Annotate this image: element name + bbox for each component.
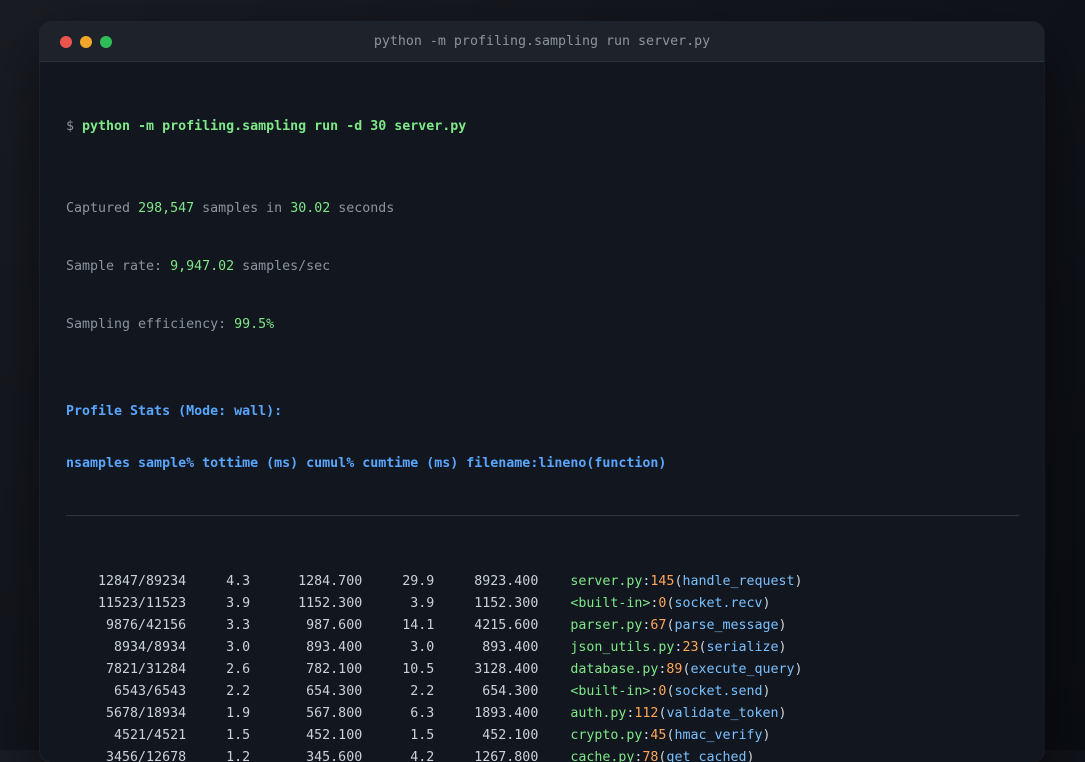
stats-table: 12847/89234 4.3 1284.700 29.9 8923.400 s… xyxy=(66,571,1019,762)
close-button[interactable] xyxy=(60,35,72,48)
minimize-button[interactable] xyxy=(80,35,92,48)
stats-table-row: 8934/8934 3.0 893.400 3.0 893.400 json_u… xyxy=(66,640,787,655)
maximize-button[interactable] xyxy=(100,35,112,48)
terminal-output: $ python -m profiling.sampling run -d 30… xyxy=(40,62,1044,762)
command-prompt-line: $ python -m profiling.sampling run -d 30… xyxy=(66,119,467,134)
stats-table-row: 11523/11523 3.9 1152.300 3.9 1152.300 <b… xyxy=(66,596,771,611)
terminal-window: python -m profiling.sampling run server.… xyxy=(40,22,1044,762)
table-divider xyxy=(66,515,1019,516)
captured-samples-line: Captured 298,547 samples in 30.02 second… xyxy=(66,201,395,216)
sample-rate-line: Sample rate: 9,947.02 samples/sec xyxy=(66,259,331,274)
traffic-lights xyxy=(40,35,140,48)
titlebar[interactable]: python -m profiling.sampling run server.… xyxy=(40,22,1044,62)
window-title: python -m profiling.sampling run server.… xyxy=(373,34,711,49)
stats-table-row: 7821/31284 2.6 782.100 10.5 3128.400 dat… xyxy=(66,662,803,677)
stats-table-row: 5678/18934 1.9 567.800 6.3 1893.400 auth… xyxy=(66,706,787,721)
profile-stats-title: Profile Stats (Mode: wall): xyxy=(66,404,283,419)
sampling-efficiency-line: Sampling efficiency: 99.5% xyxy=(66,317,275,332)
stats-table-row: 9876/42156 3.3 987.600 14.1 4215.600 par… xyxy=(66,618,787,633)
stats-table-row: 4521/4521 1.5 452.100 1.5 452.100 crypto… xyxy=(66,728,771,743)
stats-table-row: 12847/89234 4.3 1284.700 29.9 8923.400 s… xyxy=(66,574,803,589)
stats-table-row: 6543/6543 2.2 654.300 2.2 654.300 <built… xyxy=(66,684,771,699)
stats-table-row: 3456/12678 1.2 345.600 4.2 1267.800 cach… xyxy=(66,750,755,762)
stats-table-header: nsamples sample% tottime (ms) cumul% cum… xyxy=(66,456,667,471)
